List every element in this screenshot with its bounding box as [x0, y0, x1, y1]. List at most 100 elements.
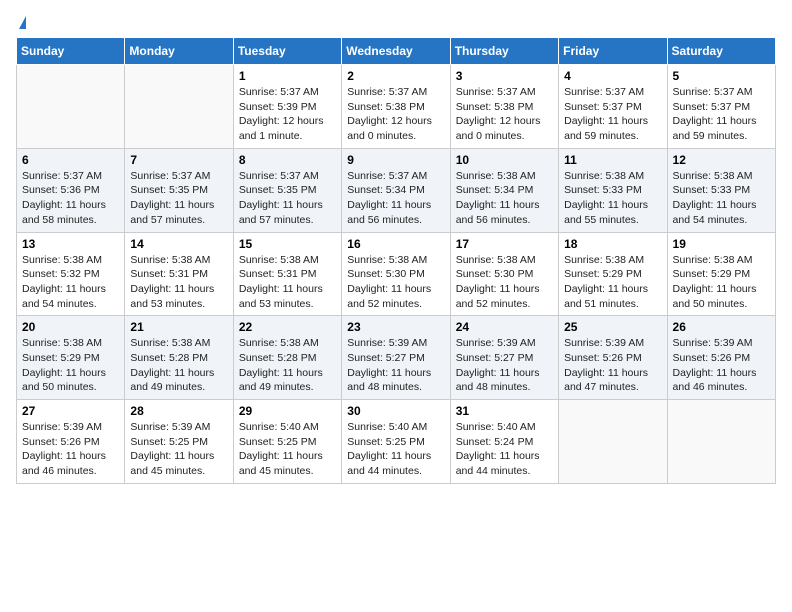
- cell-content-line: and 48 minutes.: [347, 380, 444, 395]
- calendar-cell: 25Sunrise: 5:39 AMSunset: 5:26 PMDayligh…: [559, 316, 667, 400]
- calendar-cell: 24Sunrise: 5:39 AMSunset: 5:27 PMDayligh…: [450, 316, 558, 400]
- calendar-cell: 30Sunrise: 5:40 AMSunset: 5:25 PMDayligh…: [342, 400, 450, 484]
- calendar-table: SundayMondayTuesdayWednesdayThursdayFrid…: [16, 37, 776, 484]
- header: [16, 16, 776, 29]
- column-header-friday: Friday: [559, 38, 667, 65]
- cell-content-line: Sunrise: 5:38 AM: [456, 169, 553, 184]
- calendar-cell: 31Sunrise: 5:40 AMSunset: 5:24 PMDayligh…: [450, 400, 558, 484]
- cell-content-line: and 54 minutes.: [22, 297, 119, 312]
- cell-content-line: and 51 minutes.: [564, 297, 661, 312]
- day-number: 4: [564, 69, 661, 83]
- cell-content-line: and 59 minutes.: [673, 129, 770, 144]
- cell-content-line: Daylight: 11 hours: [22, 449, 119, 464]
- day-number: 28: [130, 404, 227, 418]
- cell-content-line: and 59 minutes.: [564, 129, 661, 144]
- calendar-cell: 6Sunrise: 5:37 AMSunset: 5:36 PMDaylight…: [17, 148, 125, 232]
- day-number: 26: [673, 320, 770, 334]
- cell-content-line: Daylight: 11 hours: [22, 198, 119, 213]
- cell-content-line: and 53 minutes.: [239, 297, 336, 312]
- day-number: 24: [456, 320, 553, 334]
- cell-content-line: Daylight: 11 hours: [22, 366, 119, 381]
- cell-content-line: Sunrise: 5:39 AM: [456, 336, 553, 351]
- cell-content-line: and 48 minutes.: [456, 380, 553, 395]
- cell-content-line: Sunset: 5:32 PM: [22, 267, 119, 282]
- cell-content-line: and 47 minutes.: [564, 380, 661, 395]
- cell-content-line: Sunset: 5:39 PM: [239, 100, 336, 115]
- cell-content-line: Daylight: 11 hours: [239, 366, 336, 381]
- cell-content-line: and 50 minutes.: [22, 380, 119, 395]
- calendar-cell: 11Sunrise: 5:38 AMSunset: 5:33 PMDayligh…: [559, 148, 667, 232]
- calendar-week-4: 20Sunrise: 5:38 AMSunset: 5:29 PMDayligh…: [17, 316, 776, 400]
- day-number: 30: [347, 404, 444, 418]
- cell-content-line: Sunrise: 5:38 AM: [456, 253, 553, 268]
- cell-content-line: and 46 minutes.: [673, 380, 770, 395]
- cell-content-line: Daylight: 12 hours: [347, 114, 444, 129]
- cell-content-line: Sunset: 5:38 PM: [347, 100, 444, 115]
- cell-content-line: and 56 minutes.: [456, 213, 553, 228]
- day-number: 1: [239, 69, 336, 83]
- cell-content-line: Sunrise: 5:38 AM: [22, 336, 119, 351]
- cell-content-line: Daylight: 11 hours: [130, 198, 227, 213]
- cell-content-line: Daylight: 11 hours: [130, 449, 227, 464]
- day-number: 2: [347, 69, 444, 83]
- cell-content-line: Sunrise: 5:37 AM: [564, 85, 661, 100]
- calendar-cell: 14Sunrise: 5:38 AMSunset: 5:31 PMDayligh…: [125, 232, 233, 316]
- cell-content-line: Sunset: 5:28 PM: [239, 351, 336, 366]
- day-number: 14: [130, 237, 227, 251]
- cell-content-line: Daylight: 12 hours: [456, 114, 553, 129]
- day-number: 9: [347, 153, 444, 167]
- cell-content-line: Sunset: 5:37 PM: [564, 100, 661, 115]
- day-number: 25: [564, 320, 661, 334]
- calendar-cell: 26Sunrise: 5:39 AMSunset: 5:26 PMDayligh…: [667, 316, 775, 400]
- cell-content-line: and 44 minutes.: [347, 464, 444, 479]
- cell-content-line: Sunset: 5:35 PM: [239, 183, 336, 198]
- cell-content-line: Sunset: 5:35 PM: [130, 183, 227, 198]
- day-number: 15: [239, 237, 336, 251]
- cell-content-line: Sunset: 5:25 PM: [130, 435, 227, 450]
- calendar-cell: 20Sunrise: 5:38 AMSunset: 5:29 PMDayligh…: [17, 316, 125, 400]
- calendar-cell: 16Sunrise: 5:38 AMSunset: 5:30 PMDayligh…: [342, 232, 450, 316]
- calendar-cell: 23Sunrise: 5:39 AMSunset: 5:27 PMDayligh…: [342, 316, 450, 400]
- day-number: 23: [347, 320, 444, 334]
- day-number: 27: [22, 404, 119, 418]
- calendar-cell: [125, 65, 233, 149]
- cell-content-line: Sunset: 5:26 PM: [673, 351, 770, 366]
- cell-content-line: and 0 minutes.: [347, 129, 444, 144]
- cell-content-line: Sunrise: 5:38 AM: [673, 169, 770, 184]
- cell-content-line: and 46 minutes.: [22, 464, 119, 479]
- cell-content-line: and 54 minutes.: [673, 213, 770, 228]
- cell-content-line: Daylight: 11 hours: [130, 282, 227, 297]
- column-header-sunday: Sunday: [17, 38, 125, 65]
- cell-content-line: Sunrise: 5:39 AM: [347, 336, 444, 351]
- cell-content-line: Sunset: 5:29 PM: [22, 351, 119, 366]
- column-header-thursday: Thursday: [450, 38, 558, 65]
- cell-content-line: Sunset: 5:31 PM: [239, 267, 336, 282]
- cell-content-line: and 0 minutes.: [456, 129, 553, 144]
- cell-content-line: Sunrise: 5:37 AM: [347, 169, 444, 184]
- cell-content-line: Sunrise: 5:38 AM: [673, 253, 770, 268]
- cell-content-line: Daylight: 11 hours: [673, 114, 770, 129]
- cell-content-line: Daylight: 11 hours: [564, 198, 661, 213]
- cell-content-line: Sunset: 5:27 PM: [347, 351, 444, 366]
- cell-content-line: Sunrise: 5:38 AM: [239, 336, 336, 351]
- calendar-cell: 29Sunrise: 5:40 AMSunset: 5:25 PMDayligh…: [233, 400, 341, 484]
- cell-content-line: Sunrise: 5:38 AM: [130, 336, 227, 351]
- cell-content-line: Sunset: 5:25 PM: [239, 435, 336, 450]
- column-header-wednesday: Wednesday: [342, 38, 450, 65]
- calendar-week-1: 1Sunrise: 5:37 AMSunset: 5:39 PMDaylight…: [17, 65, 776, 149]
- day-number: 8: [239, 153, 336, 167]
- cell-content-line: and 50 minutes.: [673, 297, 770, 312]
- cell-content-line: Daylight: 11 hours: [347, 282, 444, 297]
- cell-content-line: Daylight: 11 hours: [564, 282, 661, 297]
- cell-content-line: Sunset: 5:31 PM: [130, 267, 227, 282]
- cell-content-line: Sunset: 5:34 PM: [347, 183, 444, 198]
- cell-content-line: Sunrise: 5:37 AM: [22, 169, 119, 184]
- calendar-cell: 4Sunrise: 5:37 AMSunset: 5:37 PMDaylight…: [559, 65, 667, 149]
- cell-content-line: and 52 minutes.: [347, 297, 444, 312]
- cell-content-line: Daylight: 12 hours: [239, 114, 336, 129]
- column-header-saturday: Saturday: [667, 38, 775, 65]
- cell-content-line: Daylight: 11 hours: [239, 198, 336, 213]
- cell-content-line: Sunrise: 5:40 AM: [239, 420, 336, 435]
- cell-content-line: Sunrise: 5:39 AM: [673, 336, 770, 351]
- calendar-header-row: SundayMondayTuesdayWednesdayThursdayFrid…: [17, 38, 776, 65]
